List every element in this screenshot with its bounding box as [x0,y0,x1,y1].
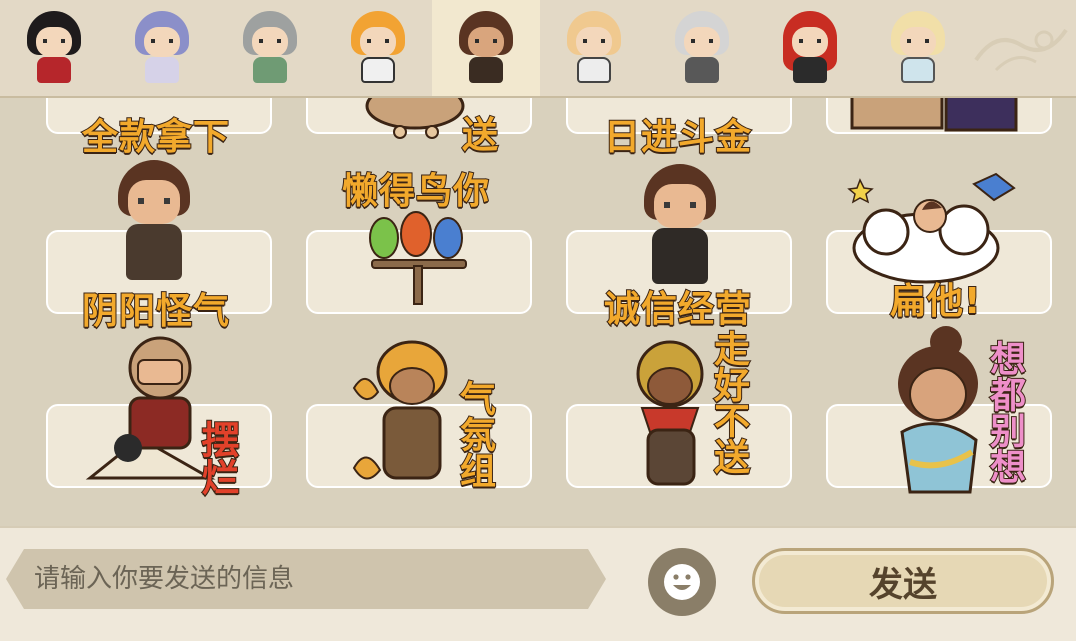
character-avatar-icon [239,11,301,85]
sticker-caption: 走好不送 [707,329,750,475]
character-sticker-image [104,158,204,298]
character-avatar-icon [131,11,193,85]
tab-char-8[interactable] [756,0,864,96]
sticker-caption: 摆烂 [194,419,240,497]
sticker-grid: 全款拿下 送 日进斗金 懒得鸟你 阴阳怪气 诚信经营 扁他! 摆烂 气氛组 走好… [0,98,1076,526]
sticker-caption: 日进斗金 [603,116,753,159]
tab-char-3[interactable] [216,0,324,96]
sticker-caption: 想都别想 [983,339,1026,485]
bird-sticker-image [365,98,465,139]
shop-sticker-image [850,98,1018,132]
dont-think-sticker-image [898,326,978,494]
send-button[interactable]: 发送 [752,548,1054,614]
tab-char-9[interactable] [864,0,972,96]
character-avatar-icon [671,11,733,85]
character-avatar-icon [455,11,517,85]
character-avatar-icon [779,11,841,85]
hype-squad-sticker-image [352,340,448,480]
sticker-caption: 气氛组 [453,379,496,489]
sticker-caption: 懒得鸟你 [341,170,491,213]
chat-input-bar: 发送 [0,526,1076,641]
parrots-sticker-image [369,211,467,305]
character-avatar-icon [347,11,409,85]
character-avatar-icon [887,11,949,85]
sticker-caption: 扁他! [889,280,982,323]
sticker-caption: 全款拿下 [81,116,231,159]
sticker-caption: 诚信经营 [603,288,753,331]
emoji-button[interactable] [648,548,716,616]
cloud-ornament-icon [974,28,1068,72]
character-tab-bar [0,0,1076,98]
tab-char-6[interactable] [540,0,648,96]
character-avatar-icon [563,11,625,85]
tab-char-4[interactable] [324,0,432,96]
sticker-caption: 送 [461,114,500,157]
message-input[interactable] [6,549,606,609]
smiley-icon [664,564,700,600]
farewell-sticker-image [636,340,704,486]
tab-char-7[interactable] [648,0,756,96]
tab-char-2[interactable] [108,0,216,96]
sticker-caption: 阴阳怪气 [81,290,231,333]
tab-char-5[interactable] [432,0,540,96]
character-avatar-icon [23,11,85,85]
tab-char-1[interactable] [0,0,108,96]
